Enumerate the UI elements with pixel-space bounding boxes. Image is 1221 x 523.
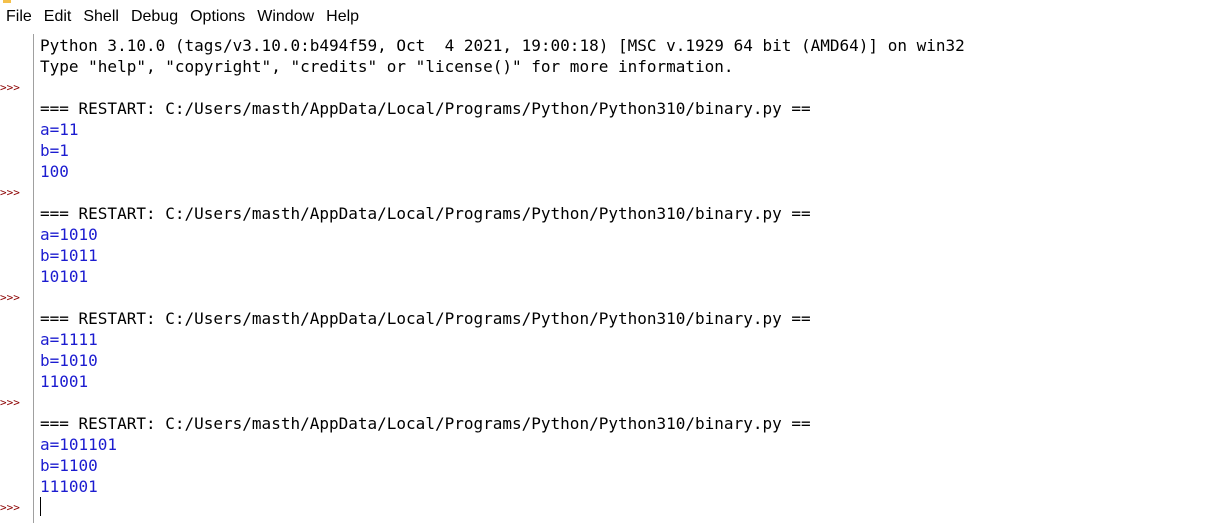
- output-result: 111001: [40, 477, 98, 496]
- menu-file[interactable]: File: [0, 0, 38, 34]
- text-cursor: [40, 497, 41, 516]
- input-b: b=1011: [40, 246, 98, 265]
- shell-prompt: >>>: [0, 81, 20, 94]
- menu-debug[interactable]: Debug: [125, 0, 184, 34]
- input-a: a=1111: [40, 330, 98, 349]
- input-a: a=101101: [40, 435, 118, 454]
- output-result: 10101: [40, 267, 89, 286]
- menu-edit[interactable]: Edit: [38, 0, 78, 34]
- input-a: a=1010: [40, 225, 98, 244]
- banner-line: Type "help", "copyright", "credits" or "…: [40, 57, 734, 76]
- restart-line: === RESTART: C:/Users/masth/AppData/Loca…: [40, 99, 811, 118]
- shell-prompt: >>>: [0, 501, 20, 514]
- restart-line: === RESTART: C:/Users/masth/AppData/Loca…: [40, 414, 811, 433]
- menu-window[interactable]: Window: [251, 0, 320, 34]
- prompt-gutter: [0, 34, 33, 523]
- restart-line: === RESTART: C:/Users/masth/AppData/Loca…: [40, 309, 811, 328]
- menu-shell[interactable]: Shell: [77, 0, 125, 34]
- menu-bar: File Edit Shell Debug Options Window Hel…: [0, 0, 1221, 34]
- restart-line: === RESTART: C:/Users/masth/AppData/Loca…: [40, 204, 811, 223]
- menu-help[interactable]: Help: [320, 0, 365, 34]
- input-b: b=1: [40, 141, 69, 160]
- restart-accent-mark: [3, 0, 11, 3]
- shell-prompt: >>>: [0, 396, 20, 409]
- input-a: a=11: [40, 120, 79, 139]
- output-result: 100: [40, 162, 69, 181]
- input-b: b=1010: [40, 351, 98, 370]
- input-b: b=1100: [40, 456, 98, 475]
- menu-options[interactable]: Options: [184, 0, 251, 34]
- output-result: 11001: [40, 372, 89, 391]
- shell-prompt: >>>: [0, 186, 20, 199]
- shell-output-area[interactable]: Python 3.10.0 (tags/v3.10.0:b494f59, Oct…: [34, 34, 1221, 523]
- shell-prompt: >>>: [0, 291, 20, 304]
- banner-line: Python 3.10.0 (tags/v3.10.0:b494f59, Oct…: [40, 36, 965, 55]
